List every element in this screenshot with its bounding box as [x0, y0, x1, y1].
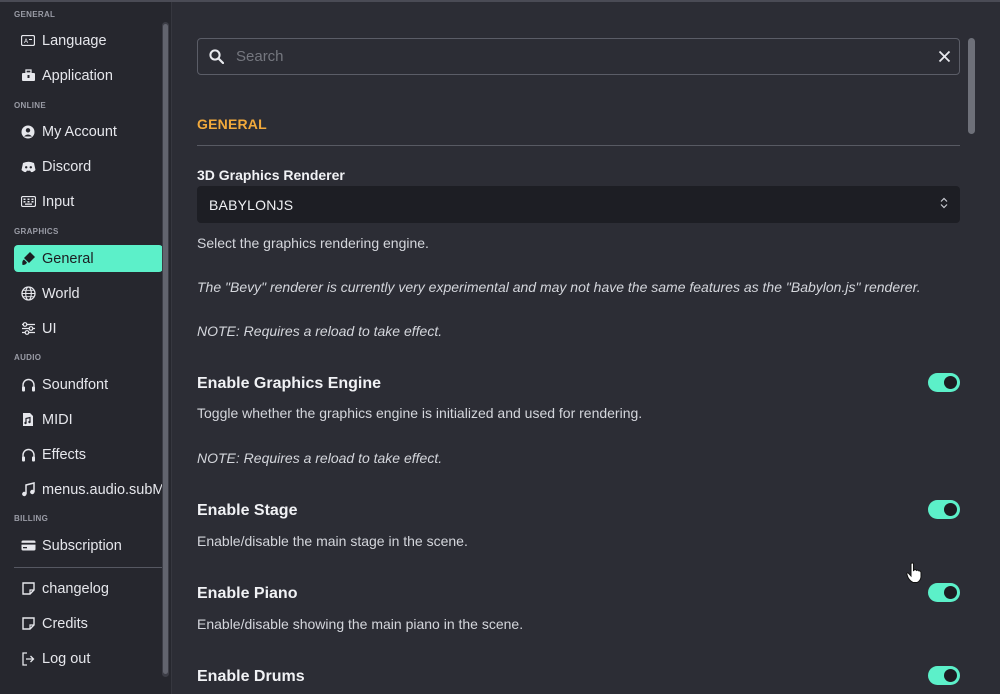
- section-label-billing: BILLING: [14, 514, 49, 523]
- sidebar-item-label: Credits: [42, 615, 88, 632]
- sidebar-item-soundfont[interactable]: Soundfont: [14, 371, 163, 398]
- toggle-knob: [944, 503, 957, 516]
- sidebar-item-label: Log out: [42, 650, 91, 667]
- keyboard-icon: [20, 194, 36, 210]
- sidebar-item-ui[interactable]: UI: [14, 315, 163, 342]
- sidebar-item-discord[interactable]: Discord: [14, 153, 163, 180]
- graphics-engine-note: NOTE: Requires a reload to take effect.: [197, 450, 443, 466]
- globe-icon: [20, 286, 36, 302]
- section-label-online: ONLINE: [14, 101, 47, 110]
- headphones-icon: [20, 447, 36, 463]
- sidebar-item-label: Input: [42, 193, 75, 210]
- sidebar-item-application[interactable]: Application: [14, 62, 163, 89]
- close-icon: [938, 50, 950, 63]
- discord-icon: [20, 159, 36, 175]
- sidebar-divider: [14, 567, 162, 568]
- section-title: GENERAL: [197, 116, 267, 132]
- renderer-select-value: BABYLONJS: [209, 196, 294, 213]
- toggle-knob: [944, 376, 957, 389]
- sidebar-item-my-account[interactable]: My Account: [14, 118, 163, 145]
- sidebar-item-label: Soundfont: [42, 376, 109, 393]
- music-note-icon: [20, 482, 36, 498]
- credit-card-icon: [20, 538, 36, 554]
- sidebar-item-language[interactable]: A Language: [14, 27, 163, 54]
- sidebar-item-label: My Account: [42, 123, 117, 140]
- clear-search-button[interactable]: [929, 39, 959, 74]
- drums-toggle[interactable]: [928, 666, 960, 685]
- sidebar-item-general[interactable]: General: [14, 245, 163, 272]
- sidebar-item-label: Discord: [42, 158, 92, 175]
- palette-icon: [20, 251, 36, 267]
- note-icon: [20, 581, 36, 597]
- file-audio-icon: [20, 412, 36, 428]
- sidebar-item-label: UI: [42, 320, 57, 337]
- select-chevron-icon: [940, 196, 948, 214]
- sidebar-item-label: Application: [42, 67, 113, 84]
- sliders-icon: [20, 321, 36, 337]
- sidebar-item-input[interactable]: Input: [14, 188, 163, 215]
- piano-toggle[interactable]: [928, 583, 960, 602]
- renderer-select[interactable]: BABYLONJS: [197, 186, 960, 223]
- headphones-icon: [20, 377, 36, 393]
- application-icon: [20, 68, 36, 84]
- sidebar-item-effects[interactable]: Effects: [14, 441, 163, 468]
- sidebar-item-label: General: [42, 250, 94, 267]
- settings-content: GENERAL 3D Graphics Renderer BABYLONJS S…: [173, 2, 1000, 694]
- account-icon: [20, 124, 36, 140]
- toggle-knob: [944, 669, 957, 682]
- sidebar-item-logout[interactable]: Log out: [14, 645, 163, 672]
- stage-description: Enable/disable the main stage in the sce…: [197, 533, 468, 549]
- search-box: [197, 38, 960, 75]
- stage-title: Enable Stage: [197, 502, 298, 519]
- sidebar-item-subscription[interactable]: Subscription: [14, 532, 163, 559]
- settings-sidebar: GENERAL A Language Application ONLINE My…: [0, 2, 172, 694]
- renderer-note-bevy: The "Bevy" renderer is currently very ex…: [197, 279, 921, 295]
- sidebar-item-changelog[interactable]: changelog: [14, 575, 163, 602]
- stage-toggle[interactable]: [928, 500, 960, 519]
- sidebar-item-world[interactable]: World: [14, 280, 163, 307]
- sidebar-item-label: MIDI: [42, 411, 73, 428]
- renderer-note-reload: NOTE: Requires a reload to take effect.: [197, 323, 443, 339]
- toggle-knob: [944, 586, 957, 599]
- piano-title: Enable Piano: [197, 585, 298, 602]
- renderer-description: Select the graphics rendering engine.: [197, 235, 429, 251]
- graphics-engine-title: Enable Graphics Engine: [197, 375, 382, 392]
- search-input[interactable]: [224, 39, 929, 74]
- section-label-audio: AUDIO: [14, 353, 42, 362]
- language-icon: A: [20, 33, 36, 49]
- hand-cursor-icon: [906, 562, 922, 583]
- sidebar-item-label: changelog: [42, 580, 109, 597]
- graphics-engine-description: Toggle whether the graphics engine is in…: [197, 405, 643, 421]
- section-label-graphics: GRAPHICS: [14, 227, 59, 236]
- content-scrollbar-thumb[interactable]: [968, 38, 975, 134]
- note-icon: [20, 616, 36, 632]
- sidebar-item-label: Subscription: [42, 537, 122, 554]
- drums-title: Enable Drums: [197, 668, 305, 685]
- sidebar-item-credits[interactable]: Credits: [14, 610, 163, 637]
- sidebar-item-label: Effects: [42, 446, 87, 463]
- graphics-engine-toggle[interactable]: [928, 373, 960, 392]
- sidebar-item-midi[interactable]: MIDI: [14, 406, 163, 433]
- piano-description: Enable/disable showing the main piano in…: [197, 616, 524, 632]
- sidebar-item-audio-sub[interactable]: menus.audio.subM: [14, 476, 163, 503]
- logout-icon: [20, 651, 36, 667]
- svg-text:A: A: [24, 38, 29, 45]
- sidebar-scrollbar-thumb[interactable]: [163, 24, 168, 674]
- sidebar-item-label: Language: [42, 32, 107, 49]
- section-divider: [197, 145, 960, 146]
- search-icon: [208, 49, 224, 65]
- sidebar-item-label: World: [42, 285, 80, 302]
- section-label-general: GENERAL: [14, 10, 56, 19]
- sidebar-item-label: menus.audio.subM: [42, 481, 163, 498]
- renderer-label: 3D Graphics Renderer: [197, 167, 345, 183]
